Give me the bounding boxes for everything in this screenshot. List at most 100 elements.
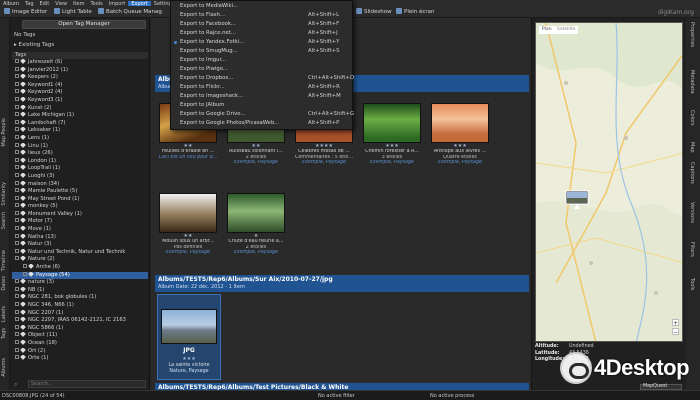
expand-toggle-icon[interactable] (15, 59, 19, 63)
tag-tree-item[interactable]: Keyword1 (4) (12, 81, 148, 90)
tag-tree-item[interactable]: Motor (7) (12, 218, 148, 226)
expand-toggle-icon[interactable] (15, 233, 19, 238)
expand-toggle-icon[interactable] (15, 96, 19, 101)
thumbnail[interactable]: ★★★ Antilope aux lèvres ... Quatre étoiles… (429, 103, 491, 166)
tag-tree-item[interactable]: Natha (13) (12, 233, 148, 242)
tag-tree-item[interactable]: Orte (1) (12, 355, 148, 363)
thumbnail[interactable]: ★★★ Chemin forestier à R... 3 étoiles Exemp… (361, 103, 423, 166)
export-menu-item[interactable]: Export to Imgur... (171, 56, 352, 65)
expand-toggle-icon[interactable] (15, 302, 19, 306)
export-menu-item[interactable]: Export to Imageshack... Alt+Shift+M (171, 92, 352, 101)
expand-toggle-icon[interactable] (15, 256, 19, 261)
left-tab-search[interactable]: Search (1, 212, 9, 229)
tag-tree-item[interactable]: NGC 2207, IRAS 06142-2121, IC 2163 (12, 317, 148, 325)
expand-toggle-icon[interactable] (15, 248, 19, 253)
tag-tree-item[interactable]: Object (11) (12, 332, 148, 340)
right-tab-tools[interactable]: Tools (689, 278, 695, 290)
existing-tags-toggle[interactable]: ▸ Existing Tags (14, 42, 54, 48)
right-tab-versions[interactable]: Versions (689, 202, 695, 223)
right-tab-properties[interactable]: Properties (689, 22, 695, 47)
tag-tree-item[interactable]: Ort (2) (12, 347, 148, 356)
tag-tree-item[interactable]: Jahreszeit (6) (12, 59, 148, 67)
tag-search-input[interactable]: Search... (28, 380, 146, 388)
export-menu-item[interactable]: Export to Rajce.net... Alt+Shift+J (171, 29, 352, 38)
expand-toggle-icon[interactable] (15, 210, 19, 215)
tag-tree-item[interactable]: Paysage (54) (12, 271, 148, 280)
export-menu-item[interactable]: Export to Piwigo... (171, 65, 352, 74)
expand-toggle-icon[interactable] (15, 188, 19, 193)
expand-toggle-icon[interactable] (15, 89, 19, 94)
tag-tree-item[interactable]: Arche (6) (12, 264, 148, 272)
tag-tree-item[interactable]: maison (34) (12, 180, 148, 189)
tag-tree-item[interactable]: NGC 5866 (1) (12, 324, 148, 333)
expand-toggle-icon[interactable] (15, 332, 19, 337)
expand-toggle-icon[interactable] (15, 241, 19, 246)
expand-toggle-icon[interactable] (15, 165, 19, 170)
export-menu-item[interactable]: Export to SmugMug... Alt+Shift+S (171, 47, 352, 56)
map-type-plan-button[interactable]: Plan (539, 26, 555, 34)
tag-tree-item[interactable]: Linu (1) (12, 142, 148, 151)
image-editor-button[interactable]: Image Editor (4, 8, 47, 17)
expand-toggle-icon[interactable] (15, 279, 19, 284)
tag-tree-item[interactable]: LoopTrail (1) (12, 165, 148, 173)
expand-toggle-icon[interactable] (15, 172, 19, 177)
tag-tree-item[interactable]: Natur (3) (12, 241, 148, 249)
export-menu-item[interactable]: Export to Dropbox... Ctrl+Alt+Shift+D (171, 74, 354, 83)
expand-toggle-icon[interactable] (15, 286, 19, 291)
expand-toggle-icon[interactable] (15, 150, 19, 155)
tag-tree-item[interactable]: Luoghi (3) (12, 172, 148, 181)
tag-tree-item[interactable]: NB (1) (12, 286, 148, 295)
left-tab-tags[interactable]: Tags (1, 328, 9, 339)
right-tab-map[interactable]: Map (689, 142, 695, 153)
tag-tree-item[interactable]: Ocean (18) (12, 339, 148, 348)
tag-tree-item[interactable]: Natur und Technik, Natur und Technik (12, 248, 148, 257)
tag-tree-item[interactable]: Mamie Paulette (5) (12, 188, 148, 196)
tag-tree-item[interactable]: Keyword2 (4) (12, 89, 148, 97)
tag-tree-item[interactable]: Kunst (2) (12, 104, 148, 113)
expand-toggle-icon[interactable] (15, 157, 19, 162)
tag-tree-item[interactable]: monkey (5) (12, 203, 148, 211)
tag-tree-item[interactable]: Monument Valley (1) (12, 210, 148, 219)
export-menu-item[interactable]: Export to JAlbum (171, 101, 352, 110)
tag-tree-item[interactable]: May Street Pond (1) (12, 195, 148, 204)
export-menu-item[interactable]: Export to Yandex.Fotki... Alt+Shift+Y (171, 38, 352, 47)
expand-toggle-icon[interactable] (23, 271, 27, 276)
export-menu-item[interactable]: Export to Google Photos/PicasaWeb... Alt+… (171, 119, 352, 128)
expand-toggle-icon[interactable] (15, 127, 19, 132)
expand-toggle-icon[interactable] (15, 347, 19, 352)
map-view[interactable]: Plan Satellite + − (535, 22, 683, 342)
tag-tree-item[interactable]: Move (1) (12, 226, 148, 234)
expand-toggle-icon[interactable] (15, 104, 19, 109)
tag-tree-item[interactable]: Leksaker (1) (12, 127, 148, 135)
expand-toggle-icon[interactable] (15, 66, 19, 71)
tag-tree-item[interactable]: NGC 281, bok globules (1) (12, 294, 148, 302)
thumbnail[interactable]: ★★ Moulin sous un arbr... Pas définies Exem… (157, 193, 219, 256)
expand-toggle-icon[interactable] (15, 74, 19, 79)
export-menu-item[interactable]: Export to Facebook... Alt+Shift+F (171, 20, 352, 29)
zoom-out-button[interactable]: − (672, 328, 679, 336)
expand-toggle-icon[interactable] (15, 226, 19, 231)
tag-tree-item[interactable]: lieux (26) (12, 150, 148, 158)
expand-toggle-icon[interactable] (15, 119, 19, 124)
expand-toggle-icon[interactable] (15, 324, 19, 329)
left-tab-similarity[interactable]: Similarity (1, 182, 9, 206)
tag-tree-item[interactable]: Lens (1) (12, 134, 148, 143)
tag-tree-item[interactable]: Janvier2012 (1) (12, 66, 148, 75)
expand-toggle-icon[interactable] (15, 81, 19, 86)
expand-toggle-icon[interactable] (23, 264, 27, 269)
expand-toggle-icon[interactable] (15, 134, 19, 139)
left-tab-people[interactable]: People (1, 118, 9, 135)
tag-tree-item[interactable]: Keepers (2) (12, 74, 148, 82)
thumbnail[interactable]: ★ Chute d'eau fleurie a... 2 étoiles Exempl… (225, 193, 287, 256)
expand-toggle-icon[interactable] (15, 294, 19, 299)
expand-toggle-icon[interactable] (15, 112, 19, 117)
expand-toggle-icon[interactable] (15, 195, 19, 200)
right-tab-captions[interactable]: Captions (689, 162, 695, 184)
slideshow-button[interactable]: Slideshow (356, 8, 392, 17)
selected-thumbnail[interactable]: JPG ★★★ La sainte victoire Nature, Paysa… (157, 294, 221, 380)
expand-toggle-icon[interactable] (15, 203, 19, 208)
expand-toggle-icon[interactable] (15, 339, 19, 344)
left-tab-map[interactable]: Map (1, 136, 9, 147)
tag-tree-item[interactable]: Nature (2) (12, 256, 148, 264)
left-tab-timeline[interactable]: Timeline (1, 250, 9, 271)
